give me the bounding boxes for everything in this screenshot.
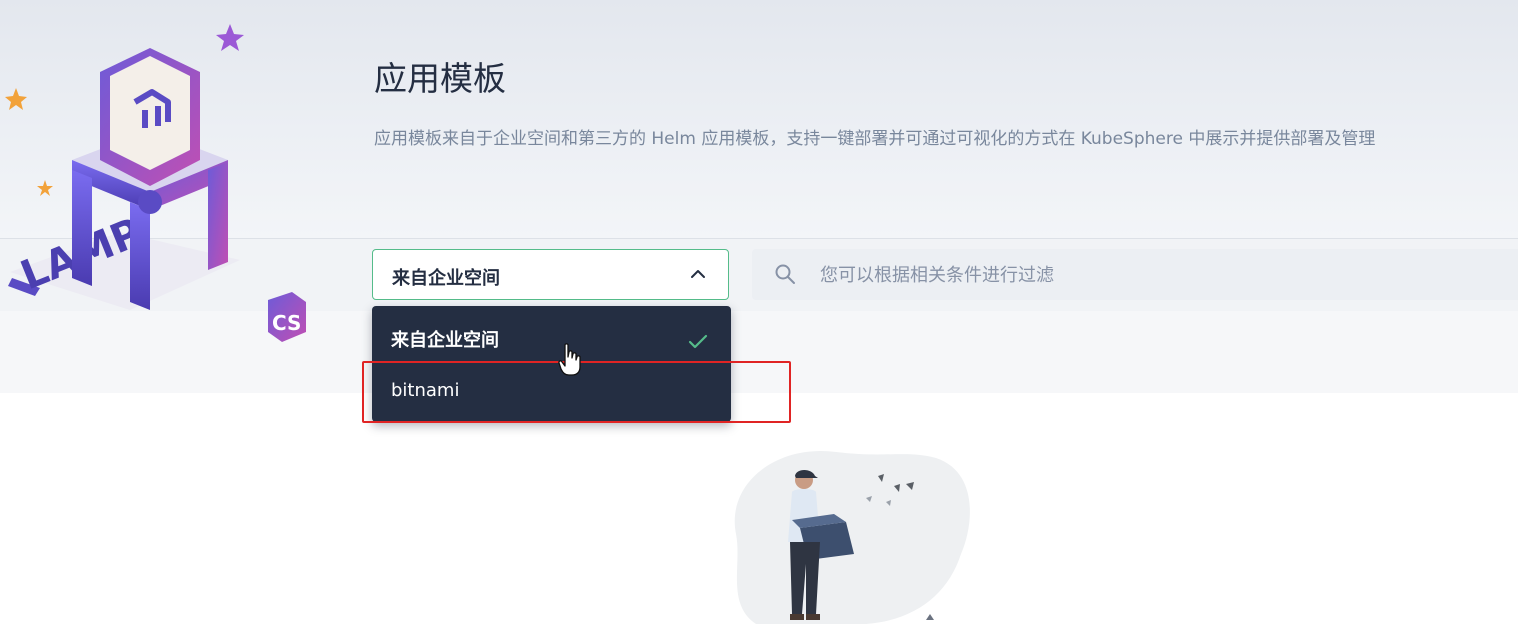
dropdown-option-workspace[interactable]: 来自企业空间: [372, 312, 731, 362]
source-select[interactable]: 来自企业空间: [372, 249, 729, 300]
star-icon: [5, 88, 27, 110]
page-title: 应用模板: [374, 59, 506, 98]
page-description: 应用模板来自于企业空间和第三方的 Helm 应用模板，支持一键部署并可通过可视化…: [374, 129, 1376, 149]
search-box[interactable]: [752, 249, 1518, 300]
source-select-value: 来自企业空间: [392, 268, 500, 289]
star-icon: [37, 180, 53, 196]
search-input[interactable]: [818, 259, 1482, 291]
hero-illustration: LAMP CS: [5, 24, 306, 342]
hand-pointer-icon: [558, 343, 581, 376]
empty-state-illustration: [734, 450, 970, 624]
hero-badge-text: CS: [272, 311, 301, 335]
star-icon: [216, 24, 244, 51]
chevron-up-icon: [691, 270, 705, 278]
check-icon: [688, 334, 708, 349]
dropdown-option-label: 来自企业空间: [391, 330, 499, 351]
search-icon: [775, 264, 795, 284]
